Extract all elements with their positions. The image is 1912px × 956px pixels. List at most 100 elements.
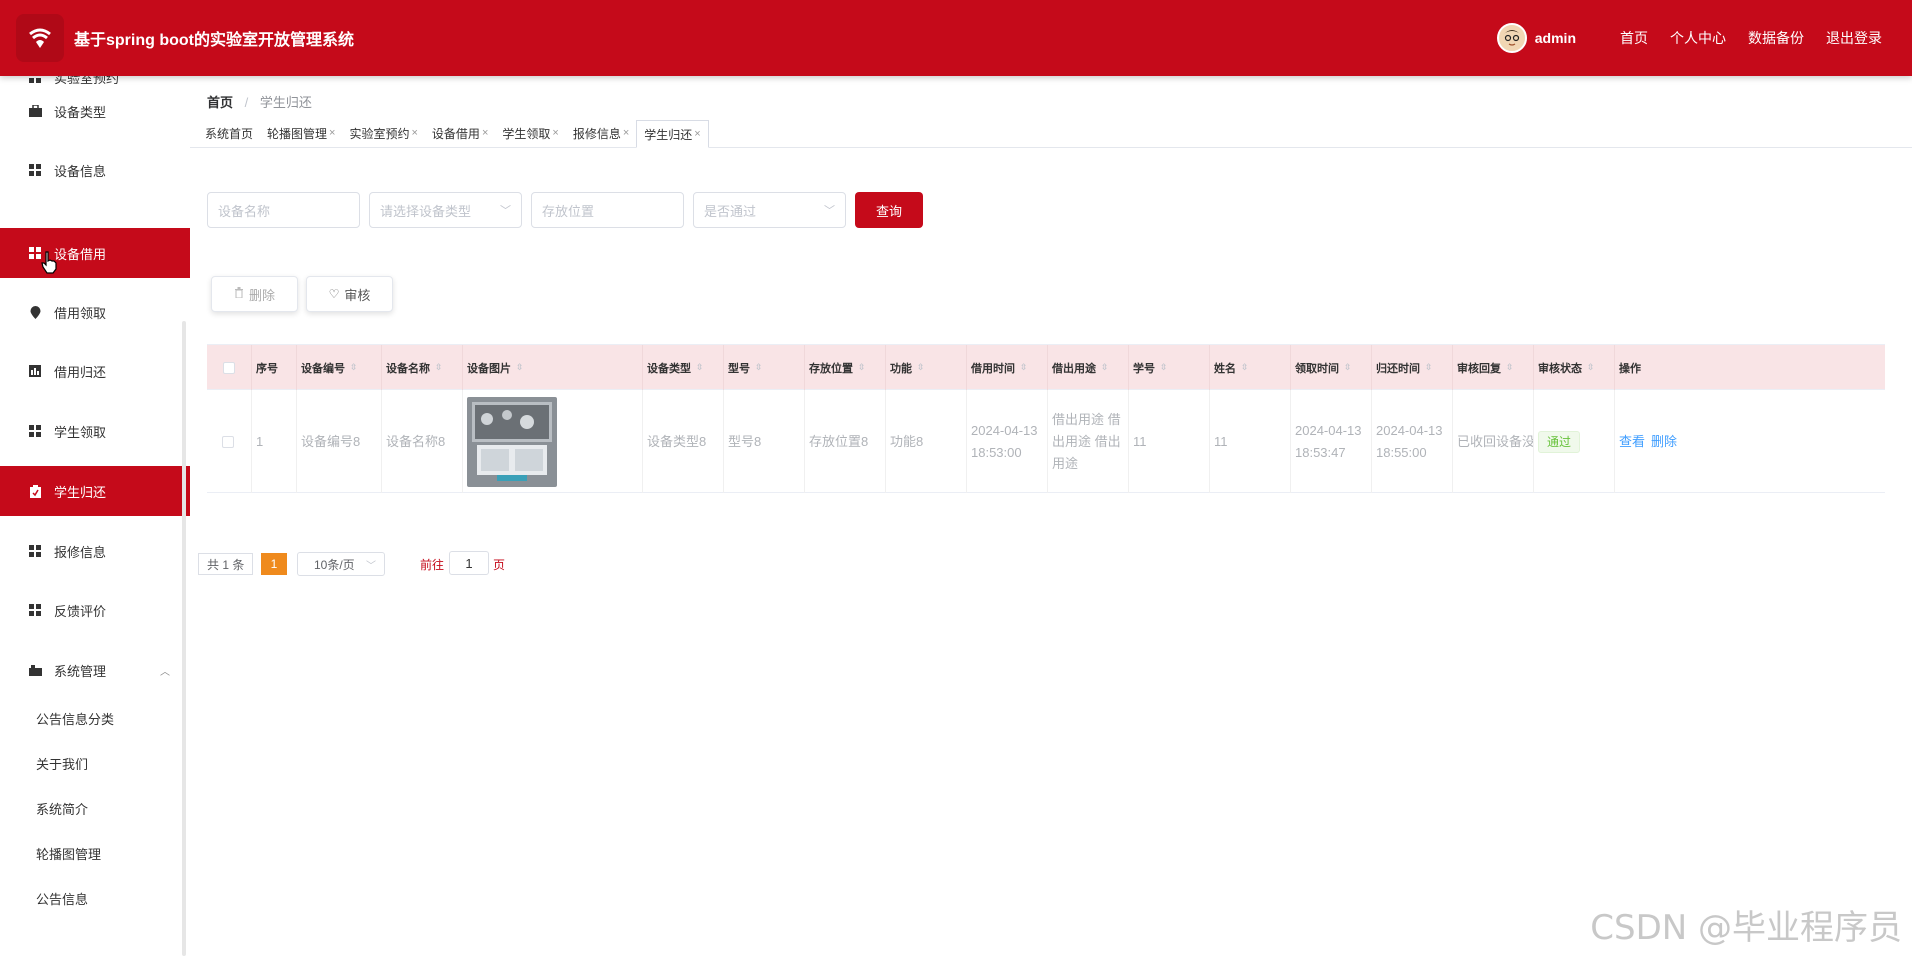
column-header[interactable]: 功能 ⇳: [886, 345, 967, 390]
sidebar-item-borrow-receive[interactable]: 借用领取: [0, 287, 190, 337]
cell-function: 功能8: [886, 390, 967, 493]
column-header[interactable]: 审核回复 ⇳: [1453, 345, 1534, 390]
tab-student-return[interactable]: 学生归还 ×: [636, 120, 709, 148]
header-link-home[interactable]: 首页: [1620, 28, 1648, 48]
sort-icon[interactable]: ⇳: [1506, 362, 1514, 373]
sidebar-subitem-notice-category[interactable]: 公告信息分类: [36, 709, 114, 728]
chevron-down-icon: ﹀: [824, 205, 835, 217]
cell-return-time: 2024-04-13 18:55:00: [1372, 390, 1453, 493]
sort-icon[interactable]: ⇳: [350, 362, 358, 373]
device-name-input[interactable]: 设备名称: [207, 192, 360, 228]
close-icon[interactable]: ×: [552, 127, 558, 139]
close-icon[interactable]: ×: [329, 127, 335, 139]
sort-icon[interactable]: ⇳: [1241, 362, 1249, 373]
sort-icon[interactable]: ⇳: [1160, 362, 1168, 373]
column-header[interactable]: 存放位置 ⇳: [805, 345, 886, 390]
tab-repair-info[interactable]: 报修信息 ×: [566, 119, 636, 147]
sidebar-item-student-return[interactable]: 学生归还: [0, 466, 190, 516]
sidebar-item-device-type[interactable]: 设备类型: [0, 86, 190, 136]
column-header[interactable]: 审核状态 ⇳: [1534, 345, 1615, 390]
sidebar-subitem-carousel[interactable]: 轮播图管理: [36, 844, 101, 863]
grid-icon: [28, 163, 42, 177]
sidebar-item-repair-info[interactable]: 报修信息: [0, 526, 190, 576]
sidebar-subitem-system-intro[interactable]: 系统简介: [36, 799, 88, 818]
sidebar-subitem-about-us[interactable]: 关于我们: [36, 754, 88, 773]
column-header[interactable]: 学号 ⇳: [1129, 345, 1210, 390]
sidebar-item-student-receive[interactable]: 学生领取: [0, 406, 190, 456]
audit-button[interactable]: ♡ 审核: [306, 276, 393, 312]
sort-icon[interactable]: ⇳: [516, 362, 524, 373]
breadcrumb-home[interactable]: 首页: [207, 95, 233, 110]
column-header[interactable]: 设备编号 ⇳: [297, 345, 382, 390]
sort-icon[interactable]: ⇳: [1101, 362, 1109, 373]
page-size-value: 10条/页: [314, 557, 355, 572]
column-header[interactable]: 设备图片 ⇳: [463, 345, 643, 390]
sidebar-item-label: 借用领取: [54, 305, 107, 321]
sort-icon[interactable]: ⇳: [435, 362, 443, 373]
sidebar-item-feedback[interactable]: 反馈评价: [0, 585, 190, 635]
device-image[interactable]: [467, 396, 557, 487]
grid-icon: [28, 603, 42, 617]
sidebar-scrollbar[interactable]: [182, 321, 186, 956]
column-header[interactable]: 借出用途 ⇳: [1048, 345, 1129, 390]
sidebar-item-label: 系统管理: [54, 663, 107, 679]
cell-reply: 已收回设备没: [1453, 390, 1534, 493]
cell-model: 型号8: [724, 390, 805, 493]
header-link-logout[interactable]: 退出登录: [1826, 28, 1882, 48]
sort-icon[interactable]: ⇳: [1425, 362, 1433, 373]
user-name[interactable]: admin: [1535, 30, 1576, 46]
avatar[interactable]: [1496, 23, 1527, 53]
sidebar-subitem-notice-info[interactable]: 公告信息: [36, 889, 88, 908]
tab-device-borrow[interactable]: 设备借用 ×: [425, 119, 495, 147]
device-type-select[interactable]: 请选择设备类型 ﹀: [369, 192, 522, 228]
sort-icon[interactable]: ⇳: [858, 362, 866, 373]
sort-icon[interactable]: ⇳: [696, 362, 704, 373]
sidebar-item-label: 实验室预约: [54, 76, 120, 86]
cell-device-name: 设备名称8: [382, 390, 463, 493]
button-label: 删除: [248, 287, 275, 303]
row-checkbox[interactable]: [222, 435, 234, 448]
approved-select[interactable]: 是否通过 ﹀: [693, 192, 846, 228]
sidebar-item-device-info[interactable]: 设备信息: [0, 145, 190, 195]
close-icon[interactable]: ×: [623, 127, 629, 139]
location-input[interactable]: 存放位置: [531, 192, 684, 228]
column-header[interactable]: 型号 ⇳: [724, 345, 805, 390]
column-header[interactable]: 领取时间 ⇳: [1291, 345, 1372, 390]
sort-icon[interactable]: ⇳: [917, 362, 925, 373]
delete-link[interactable]: 删除: [1651, 431, 1677, 453]
header-link-profile[interactable]: 个人中心: [1670, 28, 1726, 48]
sort-icon[interactable]: ⇳: [1344, 362, 1352, 373]
column-header[interactable]: 设备名称 ⇳: [382, 345, 463, 390]
tab-lab-booking[interactable]: 实验室预约 ×: [342, 119, 424, 147]
header-link-backup[interactable]: 数据备份: [1748, 28, 1804, 48]
pagination-goto-input[interactable]: 1: [449, 551, 489, 575]
close-icon[interactable]: ×: [482, 127, 488, 139]
close-icon[interactable]: ×: [694, 128, 700, 140]
tab-carousel[interactable]: 轮播图管理 ×: [260, 119, 342, 147]
tab-home[interactable]: 系统首页: [198, 119, 260, 147]
sidebar-item-device-borrow[interactable]: 设备借用: [0, 228, 190, 278]
column-header: 操作: [1619, 362, 1641, 375]
column-header[interactable]: 设备类型 ⇳: [643, 345, 724, 390]
column-header[interactable]: 借用时间 ⇳: [967, 345, 1048, 390]
sort-icon[interactable]: ⇳: [755, 362, 763, 373]
query-button[interactable]: 查询: [855, 192, 923, 228]
sidebar: 实验室预约 设备类型 设备信息 设备借用 借用领取 借用归还 学生领取 学生归还…: [0, 76, 190, 956]
settings-briefcase-icon: [28, 663, 42, 677]
column-header[interactable]: 序号: [252, 345, 297, 390]
column-header[interactable]: 姓名 ⇳: [1210, 345, 1291, 390]
sort-icon[interactable]: ⇳: [1020, 362, 1028, 373]
chevron-up-icon: ︿: [160, 666, 170, 678]
sidebar-item-system-management[interactable]: 系统管理 ︿: [0, 645, 190, 695]
page-size-select[interactable]: 10条/页 ﹀: [297, 552, 385, 576]
close-icon[interactable]: ×: [411, 127, 417, 139]
tab-student-receive[interactable]: 学生领取 ×: [495, 119, 565, 147]
sidebar-item-borrow-return[interactable]: 借用归还: [0, 346, 190, 396]
pagination-page-1[interactable]: 1: [261, 553, 287, 575]
view-link[interactable]: 查看: [1619, 431, 1645, 453]
delete-button[interactable]: 删除: [211, 276, 298, 312]
column-header[interactable]: 归还时间 ⇳: [1372, 345, 1453, 390]
sort-icon[interactable]: ⇳: [1587, 362, 1595, 373]
select-all-checkbox[interactable]: [223, 361, 235, 374]
app-title: 基于spring boot的实验室开放管理系统: [74, 32, 354, 49]
